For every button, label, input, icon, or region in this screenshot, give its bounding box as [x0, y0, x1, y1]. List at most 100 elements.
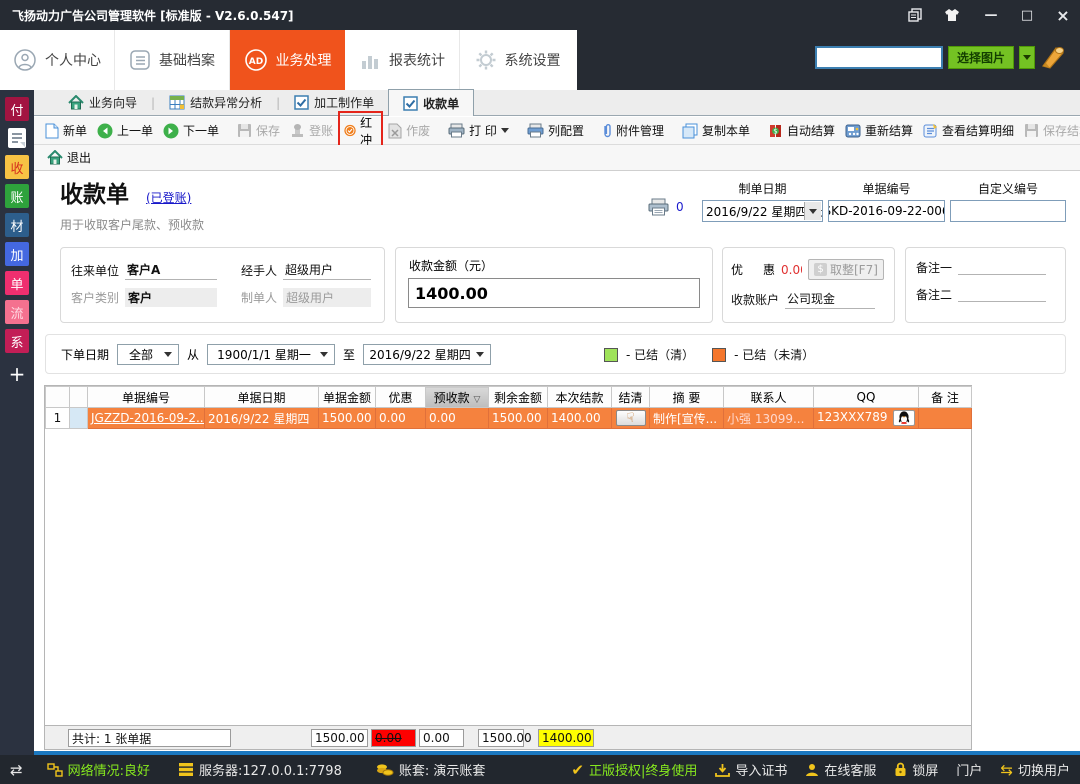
server-icon	[178, 762, 194, 777]
handler-input[interactable]: 超级用户	[283, 260, 371, 280]
sidebar-item-material[interactable]: 材	[5, 213, 29, 237]
col-settle[interactable]: 本次结款	[548, 387, 612, 408]
remark2-input[interactable]	[958, 288, 1046, 302]
party-panel: 往来单位 客户A 客户类别 客户 经手人 超级用户 制单人 超级	[60, 247, 385, 323]
view-settle-detail-button[interactable]: 查看结算明细	[918, 119, 1019, 142]
sidebar-item-order[interactable]: 单	[5, 271, 29, 295]
remark1-input[interactable]	[958, 261, 1046, 275]
doc-no-link[interactable]: JGZZD-2016-09-2...	[91, 411, 205, 425]
col-clear[interactable]: 结清	[612, 387, 650, 408]
col-discount[interactable]: 优惠	[376, 387, 426, 408]
account-input[interactable]: 公司现金	[785, 289, 875, 309]
sidebar-add-button[interactable]: +	[9, 362, 26, 386]
copy-window-icon[interactable]	[908, 8, 930, 22]
order-date-label: 下单日期	[61, 346, 109, 363]
table-row[interactable]: 1 JGZZD-2016-09-2... 2016/9/22 星期四 1500.…	[46, 408, 972, 429]
void-button[interactable]: 作废	[383, 119, 435, 142]
next-doc-button[interactable]: 下一单	[158, 119, 224, 142]
round-button[interactable]: $ 取整[F7]	[808, 259, 884, 280]
prev-doc-button[interactable]: 上一单	[92, 119, 158, 142]
paperclip-icon	[602, 123, 612, 139]
qq-chat-button[interactable]	[893, 410, 915, 426]
made-date-label: 制单日期	[702, 180, 823, 197]
save-settle-button[interactable]: 保存结算	[1019, 119, 1080, 142]
legend-settled-unclear-label: - 已结（未清）	[734, 346, 814, 363]
col-summary[interactable]: 摘 要	[650, 387, 724, 408]
nav-basic-archives[interactable]: 基础档案	[115, 30, 230, 90]
summary-settle: 1400.00	[538, 729, 594, 747]
row-qq-cell: 123XXX789	[814, 408, 919, 429]
post-account-button[interactable]: 登账	[285, 119, 338, 142]
close-button[interactable]: ×	[1052, 6, 1074, 25]
custom-no-field[interactable]	[950, 200, 1066, 222]
exit-button[interactable]: 退出	[42, 146, 96, 169]
col-rownum[interactable]	[46, 387, 70, 408]
column-config-button[interactable]: 列配置	[522, 119, 589, 142]
auto-settle-button[interactable]: $ 自动结算	[763, 119, 840, 142]
sidebar-item-process[interactable]: 加	[5, 242, 29, 266]
col-contact[interactable]: 联系人	[724, 387, 814, 408]
toolbar-secondary: 退出	[34, 145, 1080, 171]
from-date-select[interactable]: 1900/1/1 星期一	[207, 344, 335, 365]
maximize-button[interactable]: □	[1016, 8, 1038, 23]
made-date-select[interactable]: 2016/9/22 星期四 上	[702, 200, 823, 222]
to-date-select[interactable]: 2016/9/22 星期四	[363, 344, 491, 365]
skin-theme-icon[interactable]	[944, 8, 966, 22]
online-service-button[interactable]: 在线客服	[805, 760, 876, 779]
chevron-down-icon[interactable]	[804, 202, 821, 220]
col-qq[interactable]: QQ	[814, 387, 919, 408]
col-doc-no[interactable]: 单据编号	[88, 387, 205, 408]
to-label: 至	[343, 346, 355, 363]
print-button[interactable]: 打 印	[443, 119, 514, 142]
col-advance-sorted[interactable]: 预收款 ▽	[426, 387, 489, 408]
sidebar-item-account[interactable]: 账	[5, 184, 29, 208]
portal-button[interactable]: 门户	[956, 760, 982, 779]
lock-screen-button[interactable]: 锁屏	[894, 760, 938, 779]
posted-status-link[interactable]: (已登账)	[146, 189, 191, 206]
copy-doc-button[interactable]: 复制本单	[677, 119, 755, 142]
amount-input[interactable]: 1400.00	[408, 278, 700, 308]
horn-icon[interactable]	[1040, 44, 1066, 70]
nav-system-settings[interactable]: 系统设置	[460, 30, 575, 90]
save-button[interactable]: 保存	[232, 119, 285, 142]
summary-amount: 1500.00	[311, 729, 368, 747]
select-image-button[interactable]: 选择图片	[948, 46, 1014, 69]
nav-personal-center[interactable]: 个人中心	[0, 30, 115, 90]
col-doc-date[interactable]: 单据日期	[205, 387, 319, 408]
tab-business-wizard[interactable]: 业务向导	[54, 89, 151, 115]
new-doc-button[interactable]: 新单	[40, 119, 92, 142]
network-icon	[47, 763, 63, 777]
printer-icon[interactable]	[648, 198, 670, 216]
clear-settle-button[interactable]: ☟	[616, 410, 646, 426]
toolbar: 新单 上一单 下一单 保存 登账 红冲	[34, 117, 1080, 145]
col-doc-amount[interactable]: 单据金额	[319, 387, 376, 408]
sidebar-item-pay[interactable]: 付	[5, 97, 29, 121]
attachments-button[interactable]: 附件管理	[597, 119, 669, 142]
sidebar-item-flow[interactable]: 流	[5, 300, 29, 324]
col-flag[interactable]	[70, 387, 88, 408]
tab-settlement-analysis[interactable]: 结款异常分析	[155, 89, 276, 115]
sidebar-item-system[interactable]: 系	[5, 329, 29, 353]
tab-receipt[interactable]: 收款单	[388, 89, 474, 116]
row-clear-cell: ☟	[612, 408, 650, 429]
legend-settled-clear-swatch	[604, 348, 618, 362]
window-title: 飞扬动力广告公司管理软件 [标准版 - V2.6.0.547]	[12, 7, 294, 24]
party-input[interactable]: 客户A	[125, 260, 217, 280]
date-range-select[interactable]: 全部	[117, 344, 179, 365]
nav-report-statistics[interactable]: 报表统计	[345, 30, 460, 90]
doc-no-field[interactable]: SKD-2016-09-22-006	[828, 200, 945, 222]
col-remaining[interactable]: 剩余金额	[489, 387, 548, 408]
col-remark[interactable]: 备 注	[919, 387, 972, 408]
discount-value[interactable]: 0.00	[781, 263, 802, 277]
select-image-dropdown[interactable]	[1019, 46, 1035, 69]
discount-label: 优惠	[731, 261, 775, 278]
nav-business-processing[interactable]: AD 业务处理	[230, 30, 345, 90]
import-cert-button[interactable]: 导入证书	[715, 760, 787, 779]
sidebar-item-document[interactable]	[5, 126, 29, 150]
sidebar-item-receive[interactable]: 收	[5, 155, 29, 179]
switch-user-button[interactable]: ⇆ 切换用户	[1000, 760, 1070, 779]
image-path-input[interactable]	[815, 46, 943, 69]
resettle-button[interactable]: 重新结算	[840, 119, 918, 142]
sync-arrows-icon[interactable]: ⇄	[10, 761, 23, 779]
minimize-button[interactable]: —	[980, 8, 1002, 23]
